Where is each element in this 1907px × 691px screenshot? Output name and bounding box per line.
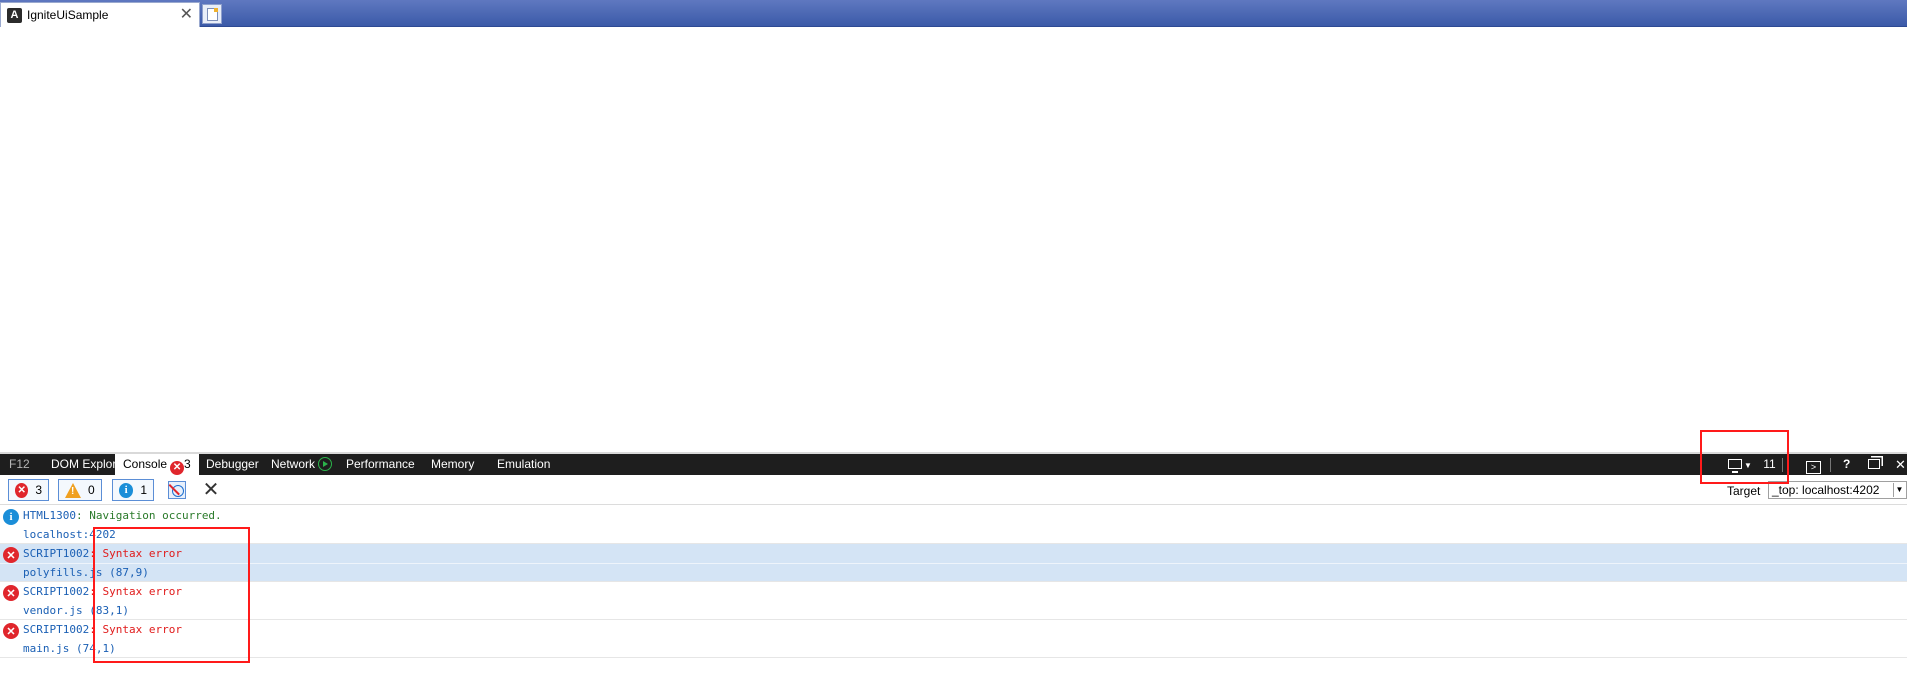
message-text: SCRIPT1002: Syntax error (23, 623, 182, 637)
network-play-icon (318, 457, 333, 471)
tab-title: IgniteUiSample (27, 8, 109, 22)
message-body: : Syntax error (89, 547, 182, 560)
document-mode-dropdown[interactable]: ▼ 11 (1728, 454, 1776, 475)
errors-filter-button[interactable]: ✕ 3 (8, 479, 49, 501)
info-icon: i (3, 509, 19, 525)
f12-label: F12 (9, 457, 30, 471)
console-message[interactable]: i HTML1300: Navigation occurred. localho… (0, 506, 1907, 544)
tab-network[interactable]: Network (265, 454, 338, 475)
tab-performance[interactable]: Performance (340, 454, 421, 475)
close-devtools-icon[interactable]: ✕ (1895, 454, 1906, 475)
separator (1782, 458, 1783, 472)
page-viewport[interactable] (0, 28, 1907, 450)
new-tab-icon (206, 7, 218, 21)
info-icon: i (119, 482, 134, 498)
error-icon: ✕ (3, 547, 19, 563)
console-messages: i HTML1300: Navigation occurred. localho… (0, 506, 1907, 658)
target-value: _top: localhost:4202 (1772, 483, 1880, 497)
error-icon: ✕ (3, 623, 19, 639)
console-toolbar: ✕ 3 ! 0 i 1 ✕ Target _top: localhost:420… (0, 475, 1907, 505)
errors-count: 3 (35, 483, 42, 497)
message-code: SCRIPT1002 (23, 585, 90, 598)
message-body: : Syntax error (89, 623, 182, 636)
warnings-count: 0 (88, 483, 95, 497)
tab-memory[interactable]: Memory (425, 454, 480, 475)
undock-icon[interactable] (1868, 454, 1880, 475)
info-filter-button[interactable]: i 1 (112, 479, 154, 501)
clear-console-button[interactable]: ✕ (200, 479, 222, 501)
browser-tab-strip: A IgniteUiSample ✕ (0, 0, 1907, 27)
message-text: SCRIPT1002: Syntax error (23, 585, 182, 599)
message-source-link[interactable]: vendor.js (83,1) (23, 604, 129, 618)
message-code: SCRIPT1002 (23, 623, 90, 636)
clear-on-navigate-icon (168, 481, 186, 499)
document-mode-value: 11 (1763, 457, 1776, 471)
help-icon[interactable]: ? (1843, 454, 1850, 475)
warning-icon: ! (65, 482, 81, 498)
message-source-link[interactable]: main.js (74,1) (23, 642, 116, 656)
console-message[interactable]: ✕ SCRIPT1002: Syntax error vendor.js (83… (0, 582, 1907, 620)
message-body: : Navigation occurred. (75, 509, 222, 522)
console-error-count: 3 (184, 457, 191, 471)
message-body: : Syntax error (89, 585, 182, 598)
tab-console[interactable]: Console ✕ 3 (115, 454, 199, 475)
message-text: HTML1300: Navigation occurred. (23, 509, 222, 523)
chevron-down-icon: ▼ (1744, 461, 1752, 470)
tab-console-label: Console (123, 457, 168, 471)
console-message[interactable]: ✕ SCRIPT1002: Syntax error polyfills.js … (0, 544, 1907, 582)
chevron-down-icon: ▼ (1893, 483, 1905, 497)
tab-debugger[interactable]: Debugger (200, 454, 265, 475)
warnings-filter-button[interactable]: ! 0 (58, 479, 102, 501)
message-source-link[interactable]: polyfills.js (87,9) (23, 566, 149, 580)
message-code: HTML1300 (23, 509, 76, 522)
monitor-icon (1728, 459, 1742, 473)
console-prompt-button[interactable]: > (1806, 454, 1821, 475)
angular-icon: A (7, 7, 22, 23)
new-tab-button[interactable] (202, 4, 222, 24)
console-message[interactable]: ✕ SCRIPT1002: Syntax error main.js (74,1… (0, 620, 1907, 658)
browser-tab[interactable]: A IgniteUiSample ✕ (0, 2, 200, 27)
error-icon: ✕ (3, 585, 19, 601)
separator (1830, 458, 1831, 472)
error-icon: ✕ (15, 482, 29, 498)
error-icon: ✕ (170, 461, 185, 475)
tab-emulation[interactable]: Emulation (491, 454, 556, 475)
target-label: Target (1727, 484, 1761, 498)
message-text: SCRIPT1002: Syntax error (23, 547, 182, 561)
close-icon[interactable]: ✕ (180, 6, 193, 24)
info-count: 1 (140, 483, 147, 497)
devtools-tab-bar: F12 DOM Explorer Console ✕ 3 Debugger Netw… (0, 452, 1907, 475)
clear-on-navigate-button[interactable] (166, 479, 188, 501)
message-source-link[interactable]: localhost:4202 (23, 528, 116, 542)
clear-console-icon: ✕ (202, 479, 220, 501)
console-prompt-icon: > (1806, 461, 1821, 474)
message-code: SCRIPT1002 (23, 547, 90, 560)
tab-network-label: Network (271, 457, 316, 471)
target-select[interactable]: _top: localhost:4202 ▼ (1768, 481, 1907, 499)
